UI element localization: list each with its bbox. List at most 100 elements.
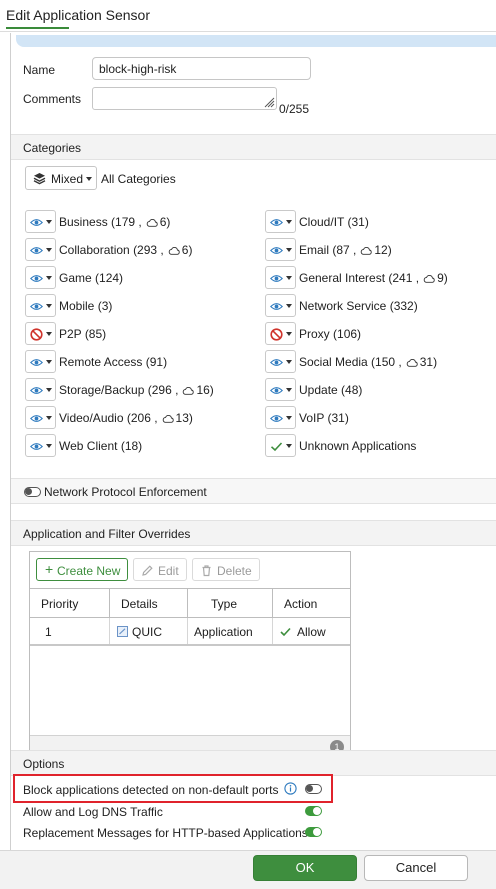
form-body[interactable]: Name Comments 0/255 Categories Mixed All… [0, 33, 496, 850]
category-label: Game (124) [59, 271, 123, 285]
category-cloud-count: 16) [196, 383, 214, 397]
category-count: (91) [145, 355, 168, 369]
chevron-down-icon [46, 276, 52, 280]
category-action-dropdown[interactable] [25, 350, 56, 373]
name-label: Name [23, 63, 56, 77]
category-count: (87 [332, 243, 350, 257]
category-item: Remote Access (91) [25, 350, 255, 374]
category-item: VoIP (31) [265, 406, 495, 430]
eye-icon [30, 415, 43, 422]
pencil-icon [142, 565, 153, 576]
trash-icon [202, 565, 211, 577]
category-name: Mobile [59, 299, 95, 313]
block-non-default-ports-toggle[interactable] [305, 784, 322, 794]
category-label: P2P (85) [59, 327, 106, 341]
chevron-down-icon [286, 248, 292, 252]
network-protocol-toggle[interactable] [24, 487, 41, 497]
mixed-action-dropdown[interactable]: Mixed [25, 166, 97, 190]
category-action-dropdown[interactable] [265, 210, 296, 233]
delete-button[interactable]: Delete [192, 558, 260, 581]
eye-icon [30, 219, 43, 226]
allow-log-dns-toggle[interactable] [305, 806, 322, 816]
category-action-dropdown[interactable] [25, 238, 56, 261]
category-action-dropdown[interactable] [25, 322, 56, 345]
category-action-dropdown[interactable] [265, 378, 296, 401]
category-item: Unknown Applications [265, 434, 495, 458]
category-count: (150 [371, 355, 396, 369]
category-action-dropdown[interactable] [25, 434, 56, 457]
category-item: Email (87 , 12) [265, 238, 495, 262]
create-new-button[interactable]: + Create New [36, 558, 128, 581]
chevron-down-icon [46, 248, 52, 252]
chevron-down-icon [46, 304, 52, 308]
category-count: (241 [388, 271, 413, 285]
title-underline [6, 27, 69, 29]
category-count: (18) [120, 439, 143, 453]
category-count: (85) [84, 327, 107, 341]
category-action-dropdown[interactable] [25, 294, 56, 317]
category-action-dropdown[interactable] [265, 238, 296, 261]
chevron-down-icon [46, 220, 52, 224]
category-cloud-count: 9) [437, 271, 448, 285]
cloud-icon [183, 386, 195, 395]
name-input[interactable] [92, 57, 311, 80]
category-action-dropdown[interactable] [25, 378, 56, 401]
category-name: Web Client [59, 439, 118, 453]
category-cloud-count: 13) [175, 411, 193, 425]
ok-button[interactable]: OK [253, 855, 357, 881]
info-icon[interactable] [284, 782, 297, 795]
check-icon [280, 627, 291, 637]
category-count: (332) [389, 299, 418, 313]
category-name: Cloud/IT [299, 215, 345, 229]
category-label: Collaboration (293 , 6) [59, 243, 193, 257]
category-action-dropdown[interactable] [25, 266, 56, 289]
chevron-down-icon [286, 416, 292, 420]
category-cloud-count: 6) [159, 215, 171, 229]
category-action-dropdown[interactable] [265, 294, 296, 317]
eye-icon [270, 415, 283, 422]
check-icon [270, 442, 283, 452]
category-action-dropdown[interactable] [25, 210, 56, 233]
category-name: Business [59, 215, 108, 229]
replacement-messages-toggle[interactable] [305, 827, 322, 837]
column-type-label: Type [211, 597, 238, 611]
category-action-dropdown[interactable] [265, 434, 296, 457]
column-details[interactable]: Details [110, 589, 188, 619]
category-action-dropdown[interactable] [265, 266, 296, 289]
column-action[interactable]: Action [273, 589, 350, 619]
edit-button[interactable]: Edit [133, 558, 187, 581]
category-label: Web Client (18) [59, 439, 142, 453]
network-protocol-label: Network Protocol Enforcement [44, 485, 207, 499]
category-cloud-count: 6) [181, 243, 193, 257]
category-action-dropdown[interactable] [25, 406, 56, 429]
eye-icon [30, 443, 43, 450]
category-item: Update (48) [265, 378, 495, 402]
chevron-down-icon [286, 220, 292, 224]
category-count: (3) [97, 299, 113, 313]
comments-counter: 0/255 [279, 102, 310, 116]
comments-label: Comments [23, 92, 82, 106]
table-row[interactable]: 1 QUIC Application Allow [30, 618, 350, 646]
category-label: Network Service (332) [299, 299, 418, 313]
dialog-header: Edit Application Sensor [0, 0, 496, 32]
category-count: (31) [347, 215, 369, 229]
category-label: Mobile (3) [59, 299, 112, 313]
chevron-down-icon [46, 360, 52, 364]
category-label: Social Media (150 , 31) [299, 355, 438, 369]
cloud-icon [162, 414, 174, 423]
categories-section-title: Categories [23, 141, 82, 155]
comments-textarea[interactable] [92, 87, 277, 110]
category-action-dropdown[interactable] [265, 350, 296, 373]
column-priority-label: Priority [41, 597, 79, 611]
chevron-down-icon [286, 276, 292, 280]
category-name: P2P [59, 327, 82, 341]
column-priority[interactable]: Priority [30, 589, 110, 619]
cancel-button[interactable]: Cancel [364, 855, 468, 881]
category-action-dropdown[interactable] [265, 406, 296, 429]
column-type[interactable]: Type [188, 589, 273, 619]
all-categories-label: All Categories [101, 172, 176, 186]
category-action-dropdown[interactable] [265, 322, 296, 345]
category-item: Mobile (3) [25, 294, 255, 318]
resize-grip-icon[interactable] [263, 96, 275, 108]
eye-icon [270, 387, 283, 394]
